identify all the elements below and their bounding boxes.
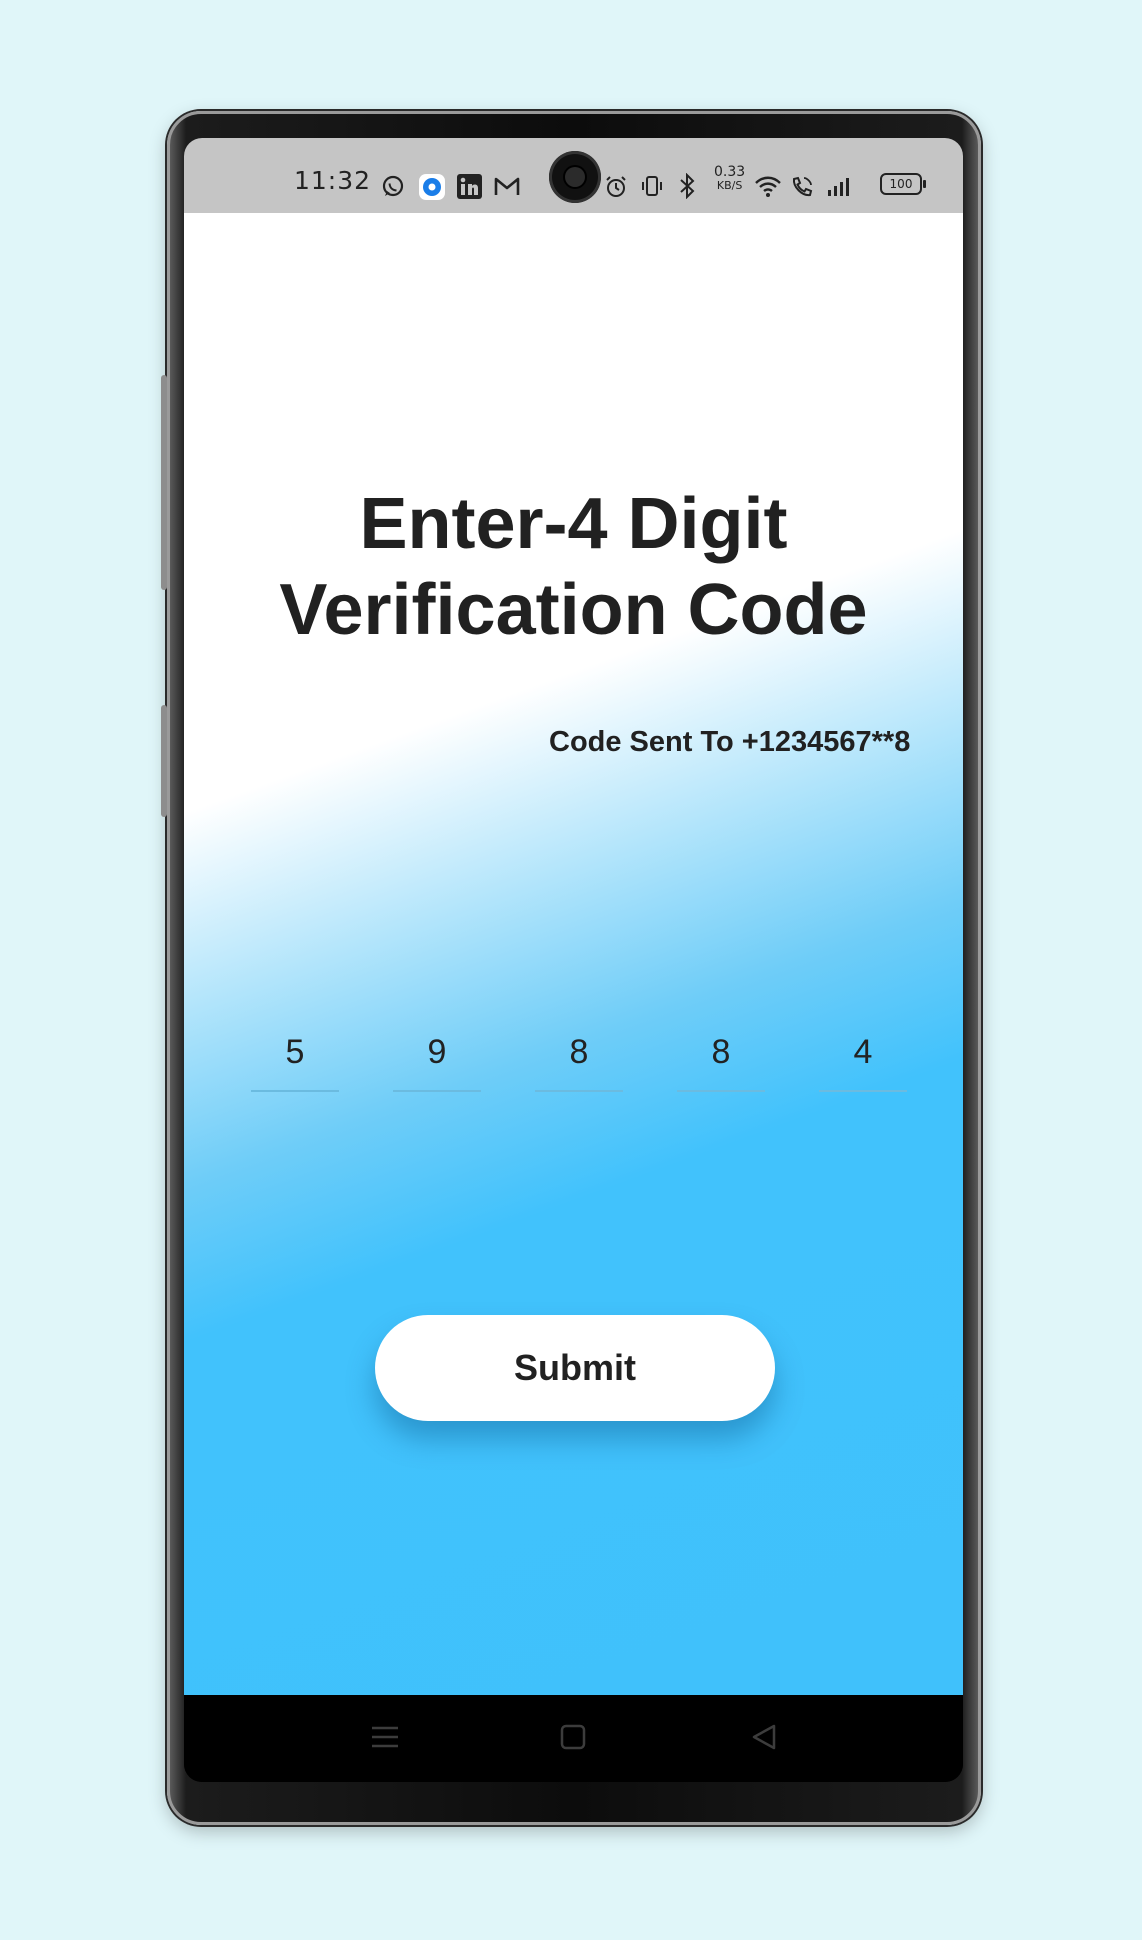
- otp-digit: 4: [853, 1033, 873, 1071]
- phone-screen: 11:32 0.33 KB/S 100 Enter-4 Digit Verifi…: [184, 138, 963, 1782]
- power-button: [161, 705, 167, 817]
- signal-icon: [828, 178, 849, 196]
- vibrate-icon: [642, 176, 662, 196]
- recent-apps-icon[interactable]: [370, 1723, 400, 1751]
- messenger-icon: [419, 174, 445, 200]
- otp-digit-field[interactable]: 4: [819, 1033, 907, 1092]
- home-icon[interactable]: [559, 1723, 587, 1751]
- status-time: 11:32: [294, 166, 372, 195]
- navigation-bar: [184, 1695, 963, 1782]
- otp-digit-field[interactable]: 8: [677, 1033, 765, 1092]
- otp-underline: [819, 1090, 907, 1092]
- network-speed: 0.33 KB/S: [714, 164, 746, 192]
- volume-button: [161, 375, 167, 590]
- back-icon[interactable]: [750, 1723, 778, 1751]
- page-title: Enter-4 Digit Verification Code: [184, 481, 963, 653]
- otp-digit-field[interactable]: 8: [535, 1033, 623, 1092]
- otp-digit: 5: [285, 1033, 305, 1071]
- gmail-icon: [494, 177, 520, 195]
- otp-underline: [535, 1090, 623, 1092]
- otp-digit-field[interactable]: 9: [393, 1033, 481, 1092]
- bluetooth-icon: [680, 173, 695, 199]
- wifi-icon: [755, 176, 781, 197]
- otp-digit-field[interactable]: 5: [251, 1033, 339, 1092]
- submit-button[interactable]: Submit: [375, 1315, 775, 1421]
- net-speed-unit: KB/S: [716, 179, 743, 192]
- code-sent-label: Code Sent To +1234567**8: [549, 726, 911, 758]
- battery-icon: 100: [880, 173, 926, 195]
- otp-digit: 8: [569, 1033, 589, 1071]
- verification-screen: Enter-4 Digit Verification Code Code Sen…: [184, 213, 963, 1695]
- whatsapp-icon: [382, 175, 404, 197]
- otp-underline: [251, 1090, 339, 1092]
- net-speed-value: 0.33: [714, 164, 746, 180]
- otp-digit: 9: [427, 1033, 447, 1071]
- alarm-icon: [606, 176, 626, 197]
- title-line-2: Verification Code: [279, 570, 868, 650]
- title-line-1: Enter-4 Digit: [359, 484, 788, 564]
- front-camera: [549, 151, 601, 203]
- otp-digit: 8: [711, 1033, 731, 1071]
- otp-underline: [393, 1090, 481, 1092]
- wifi-calling-icon: [792, 176, 813, 197]
- status-bar: 11:32 0.33 KB/S 100: [184, 138, 963, 213]
- otp-underline: [677, 1090, 765, 1092]
- linkedin-icon: [457, 174, 482, 199]
